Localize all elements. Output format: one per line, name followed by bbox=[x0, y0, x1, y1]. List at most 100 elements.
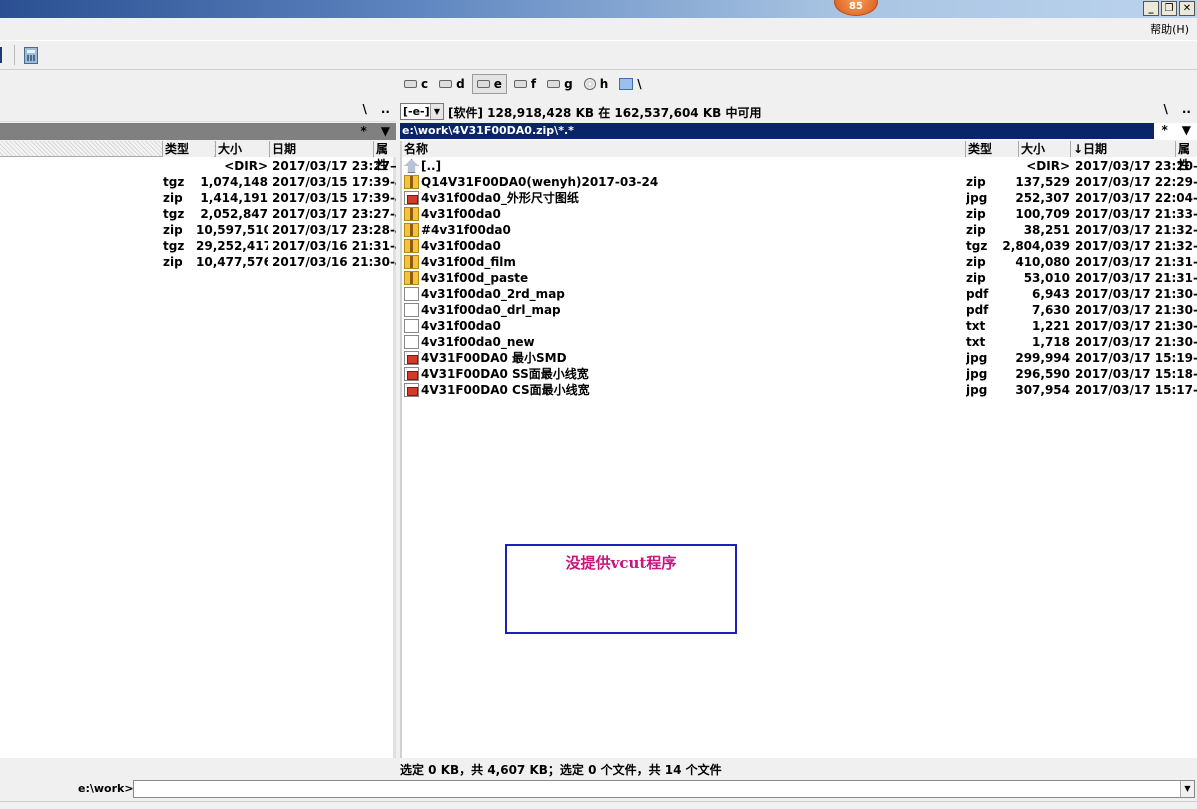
cell-name: 4v31f00d_paste bbox=[404, 270, 960, 286]
minimize-button[interactable]: _ bbox=[1143, 1, 1159, 16]
cell-name: 4v31f00da0 bbox=[404, 206, 960, 222]
toolbar-edge-icon[interactable] bbox=[0, 47, 2, 63]
right-root-button[interactable]: \ bbox=[1163, 102, 1167, 116]
cell-size: 10,477,576 bbox=[196, 255, 268, 269]
cell-name: [..] bbox=[404, 158, 960, 174]
drive-f-button[interactable]: f bbox=[510, 74, 540, 94]
drive-bar: c d e f g h \ bbox=[400, 74, 646, 96]
drive-label: \ bbox=[637, 77, 642, 91]
file-name: #4v31f00da0 bbox=[421, 223, 511, 237]
archive-icon bbox=[404, 175, 419, 189]
cell-name: 4V31F00DA0 SS面最小线宽 bbox=[404, 366, 960, 382]
right-history-button[interactable]: ▼ bbox=[1182, 123, 1191, 137]
drive-h-button[interactable]: h bbox=[580, 74, 613, 94]
cell-date: 2017/03/17 21:30-a- bbox=[1075, 335, 1197, 349]
cell-size: 2,804,039 bbox=[1002, 239, 1070, 253]
document-icon bbox=[404, 335, 419, 349]
right-col-type[interactable]: 类型 bbox=[965, 141, 1018, 157]
left-filter-button[interactable]: * bbox=[360, 124, 366, 138]
right-filter-button[interactable]: * bbox=[1161, 123, 1167, 137]
drive-e-button[interactable]: e bbox=[471, 74, 507, 94]
table-row[interactable]: tgz 1,074,148 2017/03/15 17:39-a- bbox=[0, 174, 396, 190]
drive-label: e bbox=[493, 77, 502, 91]
file-name: 4V31F00DA0 SS面最小线宽 bbox=[421, 367, 589, 381]
free-space-info: [软件] 128,918,428 KB 在 162,537,604 KB 中可用 bbox=[448, 106, 762, 120]
cell-size: 6,943 bbox=[1032, 287, 1070, 301]
table-row[interactable]: 4v31f00da0txt1,2212017/03/17 21:30-a- bbox=[402, 318, 1197, 334]
left-root-button[interactable]: \ bbox=[362, 102, 366, 116]
table-row[interactable]: 4V31F00DA0 CS面最小线宽 jpg 307,954 2017/03/17 1… bbox=[402, 382, 1197, 398]
table-row[interactable]: 4v31f00da0_外形尺寸图纸 jpg 252,307 2017/03/17 22… bbox=[402, 190, 1197, 206]
left-col-type[interactable]: 类型 bbox=[162, 141, 214, 157]
cell-name: 4v31f00d_film bbox=[404, 254, 960, 270]
title-bar: 85 _ ❐ ✕ bbox=[0, 0, 1197, 18]
drive-icon bbox=[439, 80, 453, 88]
cell-size: 296,590 bbox=[1015, 367, 1070, 381]
table-row[interactable]: tgz 29,252,417 2017/03/16 21:31-a- bbox=[0, 238, 396, 254]
drive-icon bbox=[404, 80, 417, 88]
right-panel: [-e-] ▼ [软件] 128,918,428 KB 在 162,537,60… bbox=[400, 100, 1197, 758]
right-file-list[interactable]: 名称 类型 大小 ↓日期 属性 [..] <DIR> 2017/03/17 23:2… bbox=[400, 141, 1197, 758]
cell-size: 299,994 bbox=[1015, 351, 1070, 365]
drive-g-button[interactable]: g bbox=[543, 74, 577, 94]
table-row[interactable]: zip 10,477,576 2017/03/16 21:30-a- bbox=[0, 254, 396, 270]
menu-help[interactable]: 帮助(H) bbox=[1150, 21, 1189, 37]
cell-name: 4v31f00da0_2rd_map bbox=[404, 286, 960, 302]
table-row[interactable]: 4v31f00da0_2rd_map pdf 6,943 2017/03/17 21:… bbox=[402, 286, 1197, 302]
cell-date: 2017/03/17 23:27— bbox=[272, 159, 396, 173]
table-row[interactable]: 4V31F00DA0 SS面最小线宽 jpg 296,590 2017/03/17 1… bbox=[402, 366, 1197, 382]
close-button[interactable]: ✕ bbox=[1179, 1, 1195, 16]
cell-date: 2017/03/17 22:04-a- bbox=[1075, 191, 1197, 205]
table-row[interactable]: 4v31f00d_film zip 410,080 2017/03/17 21:31-… bbox=[402, 254, 1197, 270]
chevron-down-icon[interactable]: ▼ bbox=[1180, 781, 1194, 797]
table-row[interactable]: <DIR> 2017/03/17 23:27— bbox=[0, 158, 396, 174]
table-row[interactable]: 4v31f00da0_newtxt1,7182017/03/17 21:30-a… bbox=[402, 334, 1197, 350]
calculator-icon[interactable] bbox=[24, 47, 38, 64]
left-up-button[interactable]: .. bbox=[381, 102, 390, 116]
right-col-date[interactable]: ↓日期 bbox=[1070, 141, 1175, 157]
image-file-icon bbox=[404, 351, 419, 365]
right-up-button[interactable]: .. bbox=[1182, 102, 1191, 116]
left-col-size[interactable]: 大小 bbox=[215, 141, 269, 157]
cell-size: 1,414,191 bbox=[200, 191, 268, 205]
file-name: 4v31f00da0 bbox=[421, 239, 501, 253]
table-row[interactable]: tgz 2,052,847 2017/03/17 23:27-a- bbox=[0, 206, 396, 222]
drive-c-button[interactable]: c bbox=[400, 74, 432, 94]
left-current-path[interactable]: * ▼ bbox=[0, 123, 396, 140]
right-current-path[interactable]: e:\work\4V31F00DA0.zip\*.* bbox=[400, 123, 1154, 139]
file-name: 4v31f00da0_2rd_map bbox=[421, 287, 565, 301]
table-row[interactable]: #4v31f00da0zip38,2512017/03/17 21:32-a- bbox=[402, 222, 1197, 238]
left-col-attr[interactable]: 属性 bbox=[373, 141, 396, 172]
drive-select[interactable]: [-e-] ▼ bbox=[400, 103, 444, 120]
left-file-list[interactable]: 类型 大小 日期 属性 <DIR> 2017/03/17 23:27— tgz 1,0… bbox=[0, 141, 396, 758]
left-history-button[interactable]: ▼ bbox=[381, 124, 390, 138]
cell-date: 2017/03/17 15:19-a- bbox=[1075, 351, 1197, 365]
drive-select-value: [-e-] bbox=[403, 105, 430, 118]
restore-button[interactable]: ❐ bbox=[1161, 1, 1177, 16]
cell-size: 100,709 bbox=[1015, 207, 1070, 221]
chevron-down-icon[interactable]: ▼ bbox=[430, 104, 443, 119]
command-line-input[interactable]: ▼ bbox=[133, 780, 1195, 798]
table-row[interactable]: zip 1,414,191 2017/03/15 17:39-a- bbox=[0, 190, 396, 206]
table-row[interactable]: 4V31F00DA0 最小SMD jpg 299,994 2017/03/17 15:… bbox=[402, 350, 1197, 366]
table-row[interactable]: zip 10,597,510 2017/03/17 23:28-a- bbox=[0, 222, 396, 238]
parent-folder-icon bbox=[404, 159, 419, 173]
right-col-name[interactable]: 名称 bbox=[402, 141, 965, 157]
table-row[interactable]: 4v31f00da0_drl_map pdf 7,630 2017/03/17 21:… bbox=[402, 302, 1197, 318]
right-col-attr[interactable]: 属性 bbox=[1175, 141, 1197, 172]
table-row[interactable]: 4v31f00da0zip100,7092017/03/17 21:33-a- bbox=[402, 206, 1197, 222]
notification-badge[interactable]: 85 bbox=[834, 0, 878, 16]
table-row[interactable]: 4v31f00d_paste zip 53,010 2017/03/17 21:31-… bbox=[402, 270, 1197, 286]
right-col-size[interactable]: 大小 bbox=[1018, 141, 1070, 157]
command-prompt-label: e:\work> bbox=[78, 782, 134, 795]
drive-label: h bbox=[599, 77, 609, 91]
left-col-date[interactable]: 日期 bbox=[269, 141, 373, 157]
cell-name: #4v31f00da0 bbox=[404, 222, 960, 238]
network-drive-button[interactable]: \ bbox=[615, 74, 645, 94]
table-row[interactable]: 4v31f00da0tgz2,804,0392017/03/17 21:32-a… bbox=[402, 238, 1197, 254]
menu-bar: 帮助(H) bbox=[0, 18, 1197, 40]
table-row[interactable]: [..] <DIR> 2017/03/17 23:20— bbox=[402, 158, 1197, 174]
table-row[interactable]: Q14V31F00DA0(wenyh)2017-03-24 zip 137,529 2… bbox=[402, 174, 1197, 190]
cell-size: <DIR> bbox=[1026, 159, 1070, 173]
drive-d-button[interactable]: d bbox=[435, 74, 469, 94]
